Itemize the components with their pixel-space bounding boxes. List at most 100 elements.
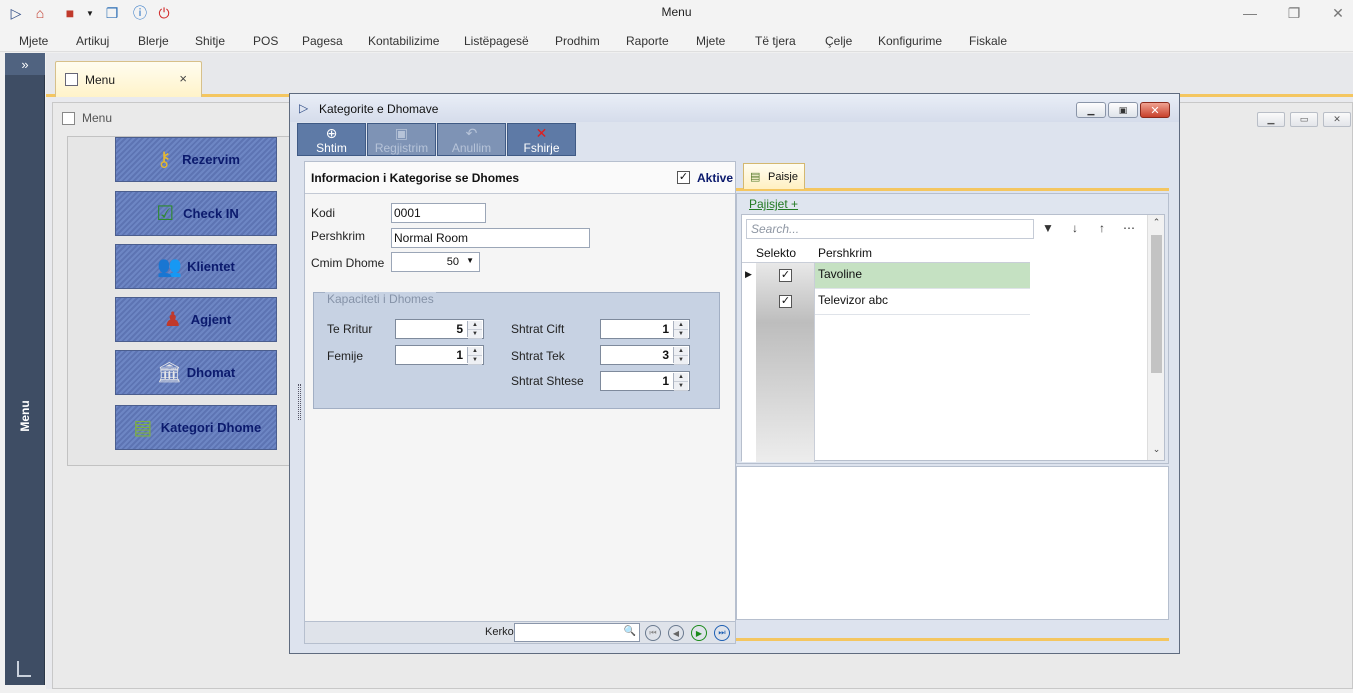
stepper-down-icon[interactable]: ▼ xyxy=(674,330,688,339)
row-select-checkbox[interactable]: ✓ xyxy=(779,269,792,282)
stepper-buttons[interactable]: ▲ ▼ xyxy=(673,373,688,391)
form-header-title: Informacion i Kategorise se Dhomes xyxy=(311,171,520,185)
grid-scrollbar[interactable]: ⌃ ⌄ xyxy=(1147,215,1164,460)
undo-button[interactable]: ↶ Anullim xyxy=(437,123,506,156)
equipment-grid: Search... ▼ ↓ ↑ ⋯ Selekto Pershkrim ▶ ✓ … xyxy=(741,214,1165,462)
add-icon: ⊕ xyxy=(325,124,338,141)
menu-raporte[interactable]: Raporte xyxy=(626,34,669,48)
menu-shitje[interactable]: Shitje xyxy=(195,34,225,48)
stepper-down-icon[interactable]: ▼ xyxy=(674,382,688,391)
table-row[interactable]: Televizor abc xyxy=(815,289,1030,315)
shtrat-shtese-stepper[interactable]: 1 ▲ ▼ xyxy=(600,371,690,391)
add-button[interactable]: ⊕ Shtim xyxy=(297,123,366,156)
cmim-select[interactable]: 50 ▼ xyxy=(391,252,480,272)
stepper-buttons[interactable]: ▲ ▼ xyxy=(467,321,482,339)
dialog-close-icon[interactable]: ✕ xyxy=(1140,102,1170,118)
menu-mjete[interactable]: Mjete xyxy=(19,34,48,48)
menu-artikuj[interactable]: Artikuj xyxy=(76,34,109,48)
dialog-minimize-icon[interactable]: ▁ xyxy=(1076,102,1106,118)
te-rritur-stepper[interactable]: 5 ▲ ▼ xyxy=(395,319,484,339)
shtrat-cift-stepper[interactable]: 1 ▲ ▼ xyxy=(600,319,690,339)
add-equipment-link[interactable]: Pajisjet + xyxy=(749,197,798,211)
tab-menu[interactable]: Menu × xyxy=(55,61,202,97)
shtrat-tek-stepper[interactable]: 3 ▲ ▼ xyxy=(600,345,690,365)
te-rritur-label: Te Rritur xyxy=(327,322,373,336)
table-row[interactable]: Tavoline xyxy=(815,263,1030,289)
femije-stepper[interactable]: 1 ▲ ▼ xyxy=(395,345,484,365)
more-icon[interactable]: ⋯ xyxy=(1120,221,1138,237)
row-select-checkbox[interactable]: ✓ xyxy=(779,295,792,308)
equipment-box: Pajisjet + Search... ▼ ↓ ↑ ⋯ Selekto Per… xyxy=(736,193,1169,464)
stepper-buttons[interactable]: ▲ ▼ xyxy=(673,347,688,365)
search-input[interactable]: 🔍 xyxy=(514,623,640,642)
scroll-down-icon[interactable]: ⌄ xyxy=(1148,444,1165,455)
menu-listepagese[interactable]: Listëpagesë xyxy=(464,34,529,48)
stepper-buttons[interactable]: ▲ ▼ xyxy=(467,347,482,365)
tile-kategori-dhome[interactable]: ▤ Kategori Dhome xyxy=(115,405,277,450)
menu-blerje[interactable]: Blerje xyxy=(138,34,169,48)
stepper-up-icon[interactable]: ▲ xyxy=(674,321,688,330)
menu-pagesa[interactable]: Pagesa xyxy=(302,34,343,48)
delete-button[interactable]: ✕ Fshirje xyxy=(507,123,576,156)
active-checkbox[interactable]: ✓ xyxy=(677,171,690,184)
menu-window-close-icon[interactable]: ✕ xyxy=(1323,112,1351,127)
nav-last-icon[interactable]: ⏭ xyxy=(714,625,730,641)
tile-label: Rezervim xyxy=(182,152,240,167)
menu-mjete-2[interactable]: Mjete xyxy=(696,34,725,48)
tile-check-in[interactable]: ☑ Check IN xyxy=(115,191,277,236)
menu-window-maximize-icon[interactable]: ▭ xyxy=(1290,112,1318,127)
stepper-buttons[interactable]: ▲ ▼ xyxy=(673,321,688,339)
dialog-maximize-icon[interactable]: ▣ xyxy=(1108,102,1138,118)
filter-icon[interactable]: ▼ xyxy=(1039,221,1057,237)
stepper-down-icon[interactable]: ▼ xyxy=(468,356,482,365)
tile-klientet[interactable]: 👥 Klientet xyxy=(115,244,277,289)
menu-celje[interactable]: Çelje xyxy=(825,34,852,48)
stepper-down-icon[interactable]: ▼ xyxy=(468,330,482,339)
panel-splitter[interactable] xyxy=(298,384,301,420)
menu-te-tjera[interactable]: Të tjera xyxy=(755,34,796,48)
stepper-up-icon[interactable]: ▲ xyxy=(468,321,482,330)
tab-paisje[interactable]: ▤ Paisje xyxy=(743,163,805,189)
stepper-down-icon[interactable]: ▼ xyxy=(674,356,688,365)
col-pershkrim[interactable]: Pershkrim xyxy=(818,246,872,260)
col-selekto[interactable]: Selekto xyxy=(756,246,796,260)
equipment-detail-area xyxy=(736,466,1169,620)
delete-button-label: Fshirje xyxy=(523,140,560,155)
kodi-input[interactable]: 0001 xyxy=(391,203,486,223)
form-icon xyxy=(65,73,78,86)
menu-konfigurime[interactable]: Konfigurime xyxy=(878,34,942,48)
menu-pos[interactable]: POS xyxy=(253,34,278,48)
stepper-up-icon[interactable]: ▲ xyxy=(468,347,482,356)
menu-kontabilizime[interactable]: Kontabilizime xyxy=(368,34,439,48)
pershkrim-input[interactable]: Normal Room xyxy=(391,228,590,248)
nav-next-icon[interactable]: ▶ xyxy=(691,625,707,641)
sort-up-icon[interactable]: ↑ xyxy=(1093,221,1111,237)
tile-dhomat[interactable]: 🏛 Dhomat xyxy=(115,350,277,395)
shtrat-shtese-value: 1 xyxy=(662,374,669,388)
scroll-up-icon[interactable]: ⌃ xyxy=(1148,217,1165,228)
nav-prev-icon[interactable]: ◀ xyxy=(668,625,684,641)
shtrat-tek-value: 3 xyxy=(662,348,669,362)
menu-prodhim[interactable]: Prodhim xyxy=(555,34,600,48)
search-icon[interactable]: 🔍 xyxy=(624,626,636,637)
side-nav-label[interactable]: Menu xyxy=(18,400,32,431)
sort-down-icon[interactable]: ↓ xyxy=(1066,221,1084,237)
nav-first-icon[interactable]: ⏮ xyxy=(645,625,661,641)
building-icon: 🏛 xyxy=(156,362,183,384)
menu-fiskale[interactable]: Fiskale xyxy=(969,34,1007,48)
tile-rezervim[interactable]: ⚷ Rezervim xyxy=(115,137,277,182)
close-icon[interactable]: ✕ xyxy=(1325,3,1351,23)
grid-search-input[interactable]: Search... xyxy=(746,219,1034,239)
minimize-icon[interactable]: — xyxy=(1237,3,1263,23)
tab-close-icon[interactable]: × xyxy=(179,71,187,86)
scroll-thumb[interactable] xyxy=(1151,235,1162,373)
tile-agjent[interactable]: ♟ Agjent xyxy=(115,297,277,342)
menu-window-minimize-icon[interactable]: ▁ xyxy=(1257,112,1285,127)
tab-menu-label: Menu xyxy=(85,73,116,87)
stepper-up-icon[interactable]: ▲ xyxy=(674,373,688,382)
stepper-up-icon[interactable]: ▲ xyxy=(674,347,688,356)
restore-icon[interactable]: ❐ xyxy=(1281,3,1307,23)
save-button[interactable]: ▣ Regjistrim xyxy=(367,123,436,156)
expand-icon[interactable]: » xyxy=(5,53,45,75)
search-label: Kerko xyxy=(485,626,514,638)
